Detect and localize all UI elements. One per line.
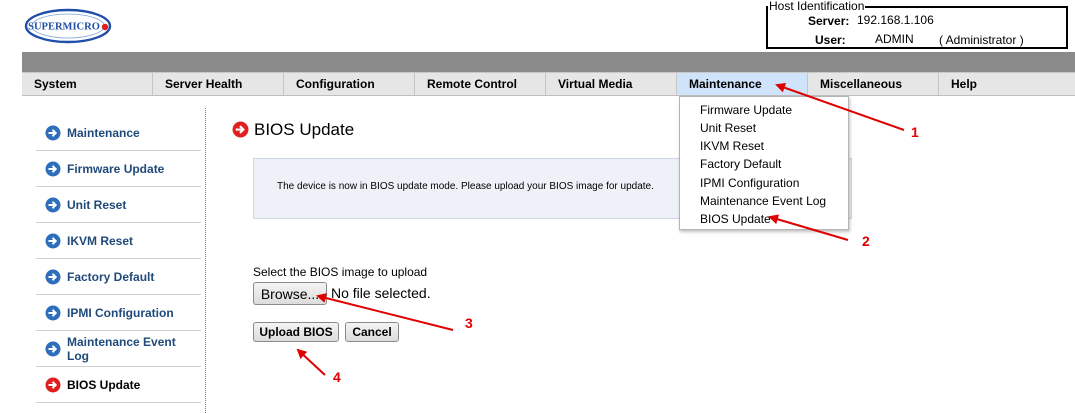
sidebar-item-label: BIOS Update: [67, 377, 141, 392]
sidebar-item-label: Maintenance: [67, 125, 140, 140]
menu-item-firmware-update[interactable]: Firmware Update: [700, 103, 792, 117]
menu-item-ikvm-reset[interactable]: IKVM Reset: [700, 139, 764, 153]
arrow-right-circle-icon: [45, 125, 61, 140]
menu-item-bios-update[interactable]: BIOS Update: [700, 212, 771, 226]
info-message: The device is now in BIOS update mode. P…: [277, 181, 654, 192]
sidebar-item-label: Unit Reset: [67, 197, 127, 212]
annotation-number-2: 2: [862, 233, 870, 249]
sidebar-item-label: Maintenance Event Log: [67, 334, 176, 363]
menu-item-factory-default[interactable]: Factory Default: [700, 157, 781, 171]
sidebar-item-label: Factory Default: [67, 269, 155, 284]
user-value: ADMIN: [875, 32, 914, 46]
arrow-right-circle-icon: [45, 161, 61, 176]
header-band: [22, 52, 1075, 72]
user-label: User:: [815, 33, 846, 47]
annotation-number-4: 4: [333, 369, 341, 385]
supermicro-logo: SUPERMICRO: [24, 8, 112, 44]
annotation-number-3: 3: [465, 315, 473, 331]
server-value: 192.168.1.106: [857, 13, 934, 27]
sidebar-item-factory-default[interactable]: Factory Default: [36, 259, 201, 295]
sidebar-item-label: Firmware Update: [67, 161, 165, 176]
arrow-right-circle-icon: [232, 121, 249, 138]
nav-configuration[interactable]: Configuration: [284, 73, 415, 95]
arrow-right-circle-icon: [45, 305, 61, 320]
nav-system[interactable]: System: [22, 73, 153, 95]
nav-miscellaneous[interactable]: Miscellaneous: [808, 73, 939, 95]
sidebar-item-bios-update[interactable]: BIOS Update: [36, 367, 201, 403]
file-status: No file selected.: [331, 285, 431, 301]
sidebar-divider: [205, 108, 206, 413]
menu-item-maintenance-event-log[interactable]: Maintenance Event Log: [700, 194, 826, 208]
main-nav: System Server Health Configuration Remot…: [22, 72, 1075, 96]
nav-virtual-media[interactable]: Virtual Media: [546, 73, 677, 95]
menu-item-unit-reset[interactable]: Unit Reset: [700, 121, 756, 135]
sidebar-item-unit-reset[interactable]: Unit Reset: [36, 187, 201, 223]
logo-text: SUPERMICRO: [28, 22, 100, 33]
nav-maintenance[interactable]: Maintenance: [677, 73, 808, 95]
sidebar-item-ikvm-reset[interactable]: IKVM Reset: [36, 223, 201, 259]
sidebar-item-label: IKVM Reset: [67, 233, 134, 248]
sidebar-item-ipmi-configuration[interactable]: IPMI Configuration: [36, 295, 201, 331]
nav-server-health[interactable]: Server Health: [153, 73, 284, 95]
arrow-right-circle-icon: [45, 377, 61, 392]
maintenance-dropdown: Firmware Update Unit Reset IKVM Reset Fa…: [679, 96, 849, 230]
arrow-right-circle-icon: [45, 269, 61, 284]
menu-item-ipmi-configuration[interactable]: IPMI Configuration: [700, 176, 799, 190]
cancel-button[interactable]: Cancel: [345, 322, 399, 342]
annotation-number-1: 1: [911, 124, 919, 140]
nav-remote-control[interactable]: Remote Control: [415, 73, 546, 95]
upload-bios-button[interactable]: Upload BIOS: [253, 322, 339, 342]
arrow-right-circle-icon: [45, 341, 61, 356]
sidebar-item-maintenance[interactable]: Maintenance: [36, 115, 201, 151]
page-title: BIOS Update: [254, 120, 355, 139]
server-label: Server:: [808, 14, 850, 28]
arrow-right-circle-icon: [45, 197, 61, 212]
sidebar-item-firmware-update[interactable]: Firmware Update: [36, 151, 201, 187]
browse-button[interactable]: Browse...: [253, 282, 327, 305]
arrow-right-circle-icon: [45, 233, 61, 248]
annotation-arrow-4: [296, 348, 326, 376]
nav-help[interactable]: Help: [939, 73, 1075, 95]
user-role: ( Administrator ): [939, 33, 1024, 47]
select-bios-label: Select the BIOS image to upload: [253, 265, 428, 279]
sidebar-item-label: IPMI Configuration: [67, 305, 174, 320]
sidebar-item-maintenance-event-log[interactable]: Maintenance Event Log: [36, 331, 201, 367]
host-identification-legend: Host Identification: [768, 0, 866, 13]
